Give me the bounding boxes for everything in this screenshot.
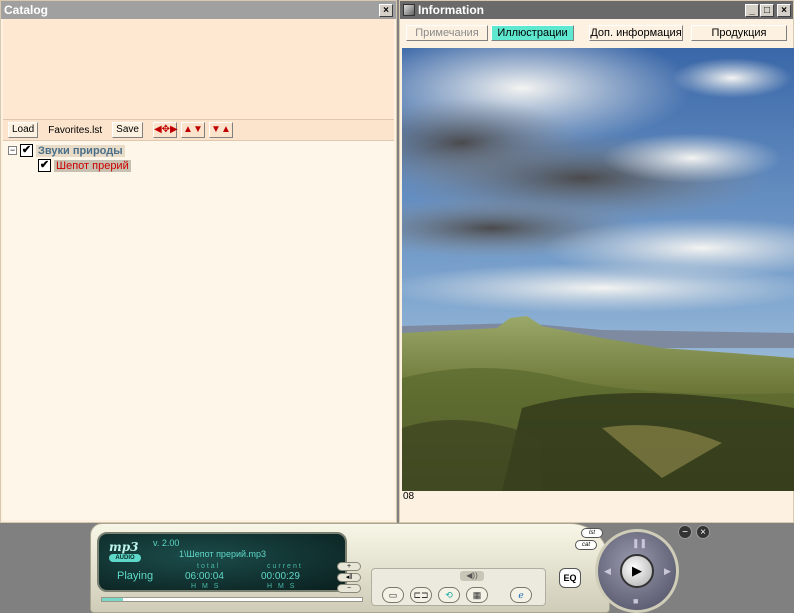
minus-icon[interactable]: − — [337, 584, 361, 593]
tree-item-label[interactable]: Шепот прерий — [54, 159, 131, 172]
caption-text: 08 — [403, 491, 415, 502]
move-up-down-icon[interactable]: ▲▼ — [180, 122, 205, 138]
mp3-logo: mp3 — [109, 540, 139, 554]
catalog-description-area — [3, 19, 394, 119]
seek-fill — [102, 598, 123, 601]
current-label: current — [267, 563, 303, 570]
tree-group-label[interactable]: Звуки природы — [36, 144, 125, 157]
control-panel: ◀)) ▭ ⊏⊐ ⟲ ▦ ℯ — [371, 568, 546, 606]
tree-item-row[interactable]: ✔ Шепот прерий — [38, 159, 131, 172]
total-hms: H M S — [191, 583, 221, 590]
catalog-titlebar[interactable]: Catalog × — [1, 1, 396, 19]
plus-icon[interactable]: + — [337, 562, 361, 571]
playback-status: Playing — [117, 570, 154, 582]
grid-icon[interactable]: ▦ — [466, 587, 488, 603]
playlist-filename: Favorites.lst — [48, 124, 103, 136]
seek-bar[interactable] — [101, 597, 363, 602]
current-time: 00:00:29 — [261, 571, 300, 582]
stop-icon[interactable]: ■ — [633, 596, 638, 606]
eq-button[interactable]: EQ — [559, 568, 581, 588]
side-buttons: + ◂‖ − — [337, 562, 361, 593]
catalog-close-icon[interactable]: × — [379, 3, 393, 17]
tab-extra-info[interactable]: Доп. информация — [589, 25, 683, 41]
minimize-player-icon[interactable]: − — [678, 525, 692, 539]
list-mini-icon[interactable]: lst — [581, 528, 603, 538]
move-all-icon[interactable]: ◀✥▶ — [152, 122, 178, 138]
pause-icon[interactable]: ❚❚ — [632, 538, 647, 549]
minimize-icon[interactable]: _ — [745, 3, 759, 17]
load-button[interactable]: Load — [8, 122, 39, 138]
rewind-icon[interactable]: ◀ — [604, 566, 611, 577]
save-button[interactable]: Save — [112, 122, 143, 138]
total-label: total — [197, 563, 221, 570]
transport-dial: ❚❚ ◀ ▶ ■ ▶ — [595, 529, 679, 613]
current-hms: H M S — [267, 583, 297, 590]
cat-mini-icon[interactable]: cat — [575, 540, 597, 550]
balance-icon[interactable]: ◂‖ — [337, 573, 361, 582]
version-label: v. 2.00 — [153, 538, 180, 548]
app-icon — [403, 4, 415, 16]
close-icon[interactable]: × — [777, 3, 791, 17]
info-tabs: Примечания Иллюстрации Доп. информация П… — [402, 25, 791, 45]
repeat-icon[interactable]: ⟲ — [438, 587, 460, 603]
play-icon[interactable]: ▶ — [620, 554, 654, 588]
item-checkbox[interactable]: ✔ — [38, 159, 51, 172]
tab-illustrations[interactable]: Иллюстрации — [491, 25, 574, 41]
info-titlebar[interactable]: Information _ □ × — [400, 1, 793, 19]
track-filename: 1\Шепот прерий.mp3 — [179, 549, 267, 559]
volume-icon[interactable]: ◀)) — [460, 571, 484, 581]
illustration-caption: 08 — [402, 491, 791, 521]
mp3-player: mp3 AUDIO v. 2.00 1\Шепот прерий.mp3 Pla… — [90, 521, 717, 613]
playlist-icon[interactable]: ▭ — [382, 587, 404, 603]
tab-products[interactable]: Продукция — [691, 25, 787, 41]
catalog-toolbar: Load Favorites.lst Save ◀✥▶ ▲▼ ▼▲ — [3, 119, 394, 141]
browser-icon[interactable]: ℯ — [510, 587, 532, 603]
group-checkbox[interactable]: ✔ — [20, 144, 33, 157]
open-file-icon[interactable]: ⊏⊐ — [410, 587, 432, 603]
maximize-icon[interactable]: □ — [760, 3, 774, 17]
audio-badge: AUDIO — [109, 554, 141, 562]
tab-notes[interactable]: Примечания — [406, 25, 488, 41]
catalog-tree: − ✔ Звуки природы ✔ Шепот прерий — [3, 141, 394, 520]
information-window: Information _ □ × Примечания Иллюстрации… — [399, 0, 794, 523]
catalog-title: Catalog — [4, 3, 49, 17]
player-display: mp3 AUDIO v. 2.00 1\Шепот прерий.mp3 Pla… — [97, 532, 347, 592]
info-title: Information — [418, 3, 484, 17]
forward-icon[interactable]: ▶ — [664, 566, 671, 577]
collapse-icon[interactable]: − — [8, 146, 17, 155]
move-vertical-icon[interactable]: ▼▲ — [208, 122, 233, 138]
catalog-window: Catalog × Load Favorites.lst Save ◀✥▶ ▲▼… — [0, 0, 397, 523]
tree-group-row[interactable]: − ✔ Звуки природы — [8, 144, 125, 157]
close-player-icon[interactable]: × — [696, 525, 710, 539]
landscape-illustration — [402, 48, 794, 491]
total-time: 06:00:04 — [185, 571, 224, 582]
player-body: mp3 AUDIO v. 2.00 1\Шепот прерий.mp3 Pla… — [90, 523, 610, 613]
